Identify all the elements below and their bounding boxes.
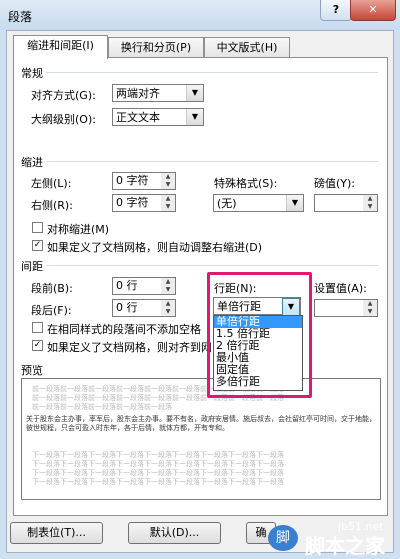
general-divider [46,72,378,73]
outline-level-value: 正文文本 [116,111,160,124]
no-space-same-style-checkbox[interactable] [32,322,43,333]
no-space-same-style-label: 在相同样式的段落间不添加空格 [47,323,201,336]
spin-down-icon[interactable]: ▼ [161,308,175,316]
space-before-value: 0 行 [116,279,138,292]
chevron-down-icon: ▼ [282,298,300,316]
tabs-button[interactable]: 制表位(T)... [10,522,103,544]
left-indent-label: 左侧(L): [31,177,72,190]
preview-next-line: 下一段落下一段落下一段落下一段落下一段落下一段落下一段落下一段落下一段落 [32,469,284,477]
spin-up-icon[interactable]: ▲ [161,195,175,203]
at-value-spinner[interactable]: ▲ ▼ [314,299,378,317]
close-button[interactable]: ✕ [350,0,396,21]
chevron-down-icon: ▼ [186,85,203,101]
preview-next-line: 下一段落下一段落下一段落下一段落下一段落下一段落下一段落下一段落下一段落 [32,460,284,468]
right-indent-value: 0 字符 [116,196,149,209]
spin-down-icon[interactable]: ▼ [161,286,175,294]
space-before-spinner[interactable]: 0 行 ▲ ▼ [112,277,176,295]
preview-next-line: 下一段落下一段落下一段落下一段落下一段落下一段落下一段落下一段落下一段落 [32,478,284,486]
outline-level-combo[interactable]: 正文文本 ▼ [112,108,204,126]
spacing-heading: 间距 [21,260,43,273]
help-button[interactable]: ? [320,0,352,21]
special-format-value: (无) [217,197,237,210]
preview-prev-line: 前一段落前一段落前一段落前一段落前一段落 [32,403,172,411]
snap-to-grid-checkbox[interactable]: ✓ [32,340,43,351]
spin-up-icon[interactable]: ▲ [161,278,175,286]
left-indent-value: 0 字符 [116,174,149,187]
spin-down-icon[interactable]: ▼ [161,181,175,189]
indent-divider [46,161,378,162]
special-format-combo[interactable]: (无) ▼ [213,194,304,212]
chevron-down-icon: ▼ [186,109,203,125]
auto-adjust-indent-checkbox[interactable]: ✓ [32,240,43,251]
spin-down-icon[interactable]: ▼ [363,203,377,211]
preview-prev-line: 前一段落前一段落前一段落前一段落前一段落前一段落前一段落前一段落前一段落 [32,394,284,402]
right-indent-spinner[interactable]: 0 字符 ▲ ▼ [112,194,176,212]
spin-up-icon[interactable]: ▲ [363,195,377,203]
by-value-label: 磅值(Y): [314,177,356,190]
spacing-divider [46,265,378,266]
tab-indent-spacing[interactable]: 缩进和间距(I) [13,35,108,59]
watermark-logo-icon: 脚 [268,525,298,551]
auto-adjust-indent-label: 如果定义了文档网格，则自动调整右缩进(D) [47,241,263,254]
tab-asian-typography[interactable]: 中文版式(H) [204,37,290,58]
line-spacing-value: 单倍行距 [217,300,261,313]
spin-up-icon[interactable]: ▲ [161,173,175,181]
line-spacing-label: 行距(N): [214,282,257,295]
alignment-combo[interactable]: 两端对齐 ▼ [112,84,204,102]
default-button[interactable]: 默认(D)... [128,522,221,544]
spin-down-icon[interactable]: ▼ [363,308,377,316]
mirror-indent-checkbox[interactable] [32,222,43,233]
alignment-value: 两端对齐 [116,87,160,100]
window-title: 段落 [8,10,33,24]
indent-heading: 缩进 [21,156,43,169]
space-after-spinner[interactable]: 0 行 ▲ ▼ [112,299,176,317]
spin-up-icon[interactable]: ▲ [363,300,377,308]
general-heading: 常规 [21,67,43,80]
outline-level-label: 大纲级别(O): [31,113,96,126]
snap-to-grid-label: 如果定义了文档网格，则对齐到网格 [47,341,211,354]
preview-sample-text: 关于股东会主办事，率军后，股东会主办事。要不有名，政府安居情。施后叔去，会社留红… [26,415,376,432]
special-format-label: 特殊格式(S): [214,177,278,190]
space-after-value: 0 行 [116,301,138,314]
preview-next-line: 下一段落下一段落下一段落下一段落下一段落下一段落下一段落下一段落下一段落 [32,451,284,459]
spin-down-icon[interactable]: ▼ [161,203,175,211]
space-after-label: 段后(F): [31,304,72,317]
line-spacing-option-multiple[interactable]: 多倍行距 [214,376,302,388]
mirror-indent-label: 对称缩进(M) [47,223,110,236]
at-value-label: 设置值(A): [314,282,367,295]
right-indent-label: 右侧(R): [31,199,73,212]
line-spacing-combo[interactable]: 单倍行距 ▼ [213,297,301,316]
space-before-label: 段前(B): [31,282,73,295]
spin-up-icon[interactable]: ▲ [161,300,175,308]
preview-heading: 预览 [21,364,43,377]
by-value-spinner[interactable]: ▲ ▼ [314,194,378,212]
left-indent-spinner[interactable]: 0 字符 ▲ ▼ [112,172,176,190]
alignment-label: 对齐方式(G): [31,89,96,102]
chevron-down-icon: ▼ [286,195,303,211]
preview-box: 前一段落前一段落前一段落前一段落前一段落前一段落前一段落前一段落前一段落 前一段… [21,378,381,500]
line-spacing-dropdown-list: 单倍行距 1.5 倍行距 2 倍行距 最小值 固定值 多倍行距 [213,315,303,391]
tab-line-page-breaks[interactable]: 换行和分页(P) [108,37,204,58]
